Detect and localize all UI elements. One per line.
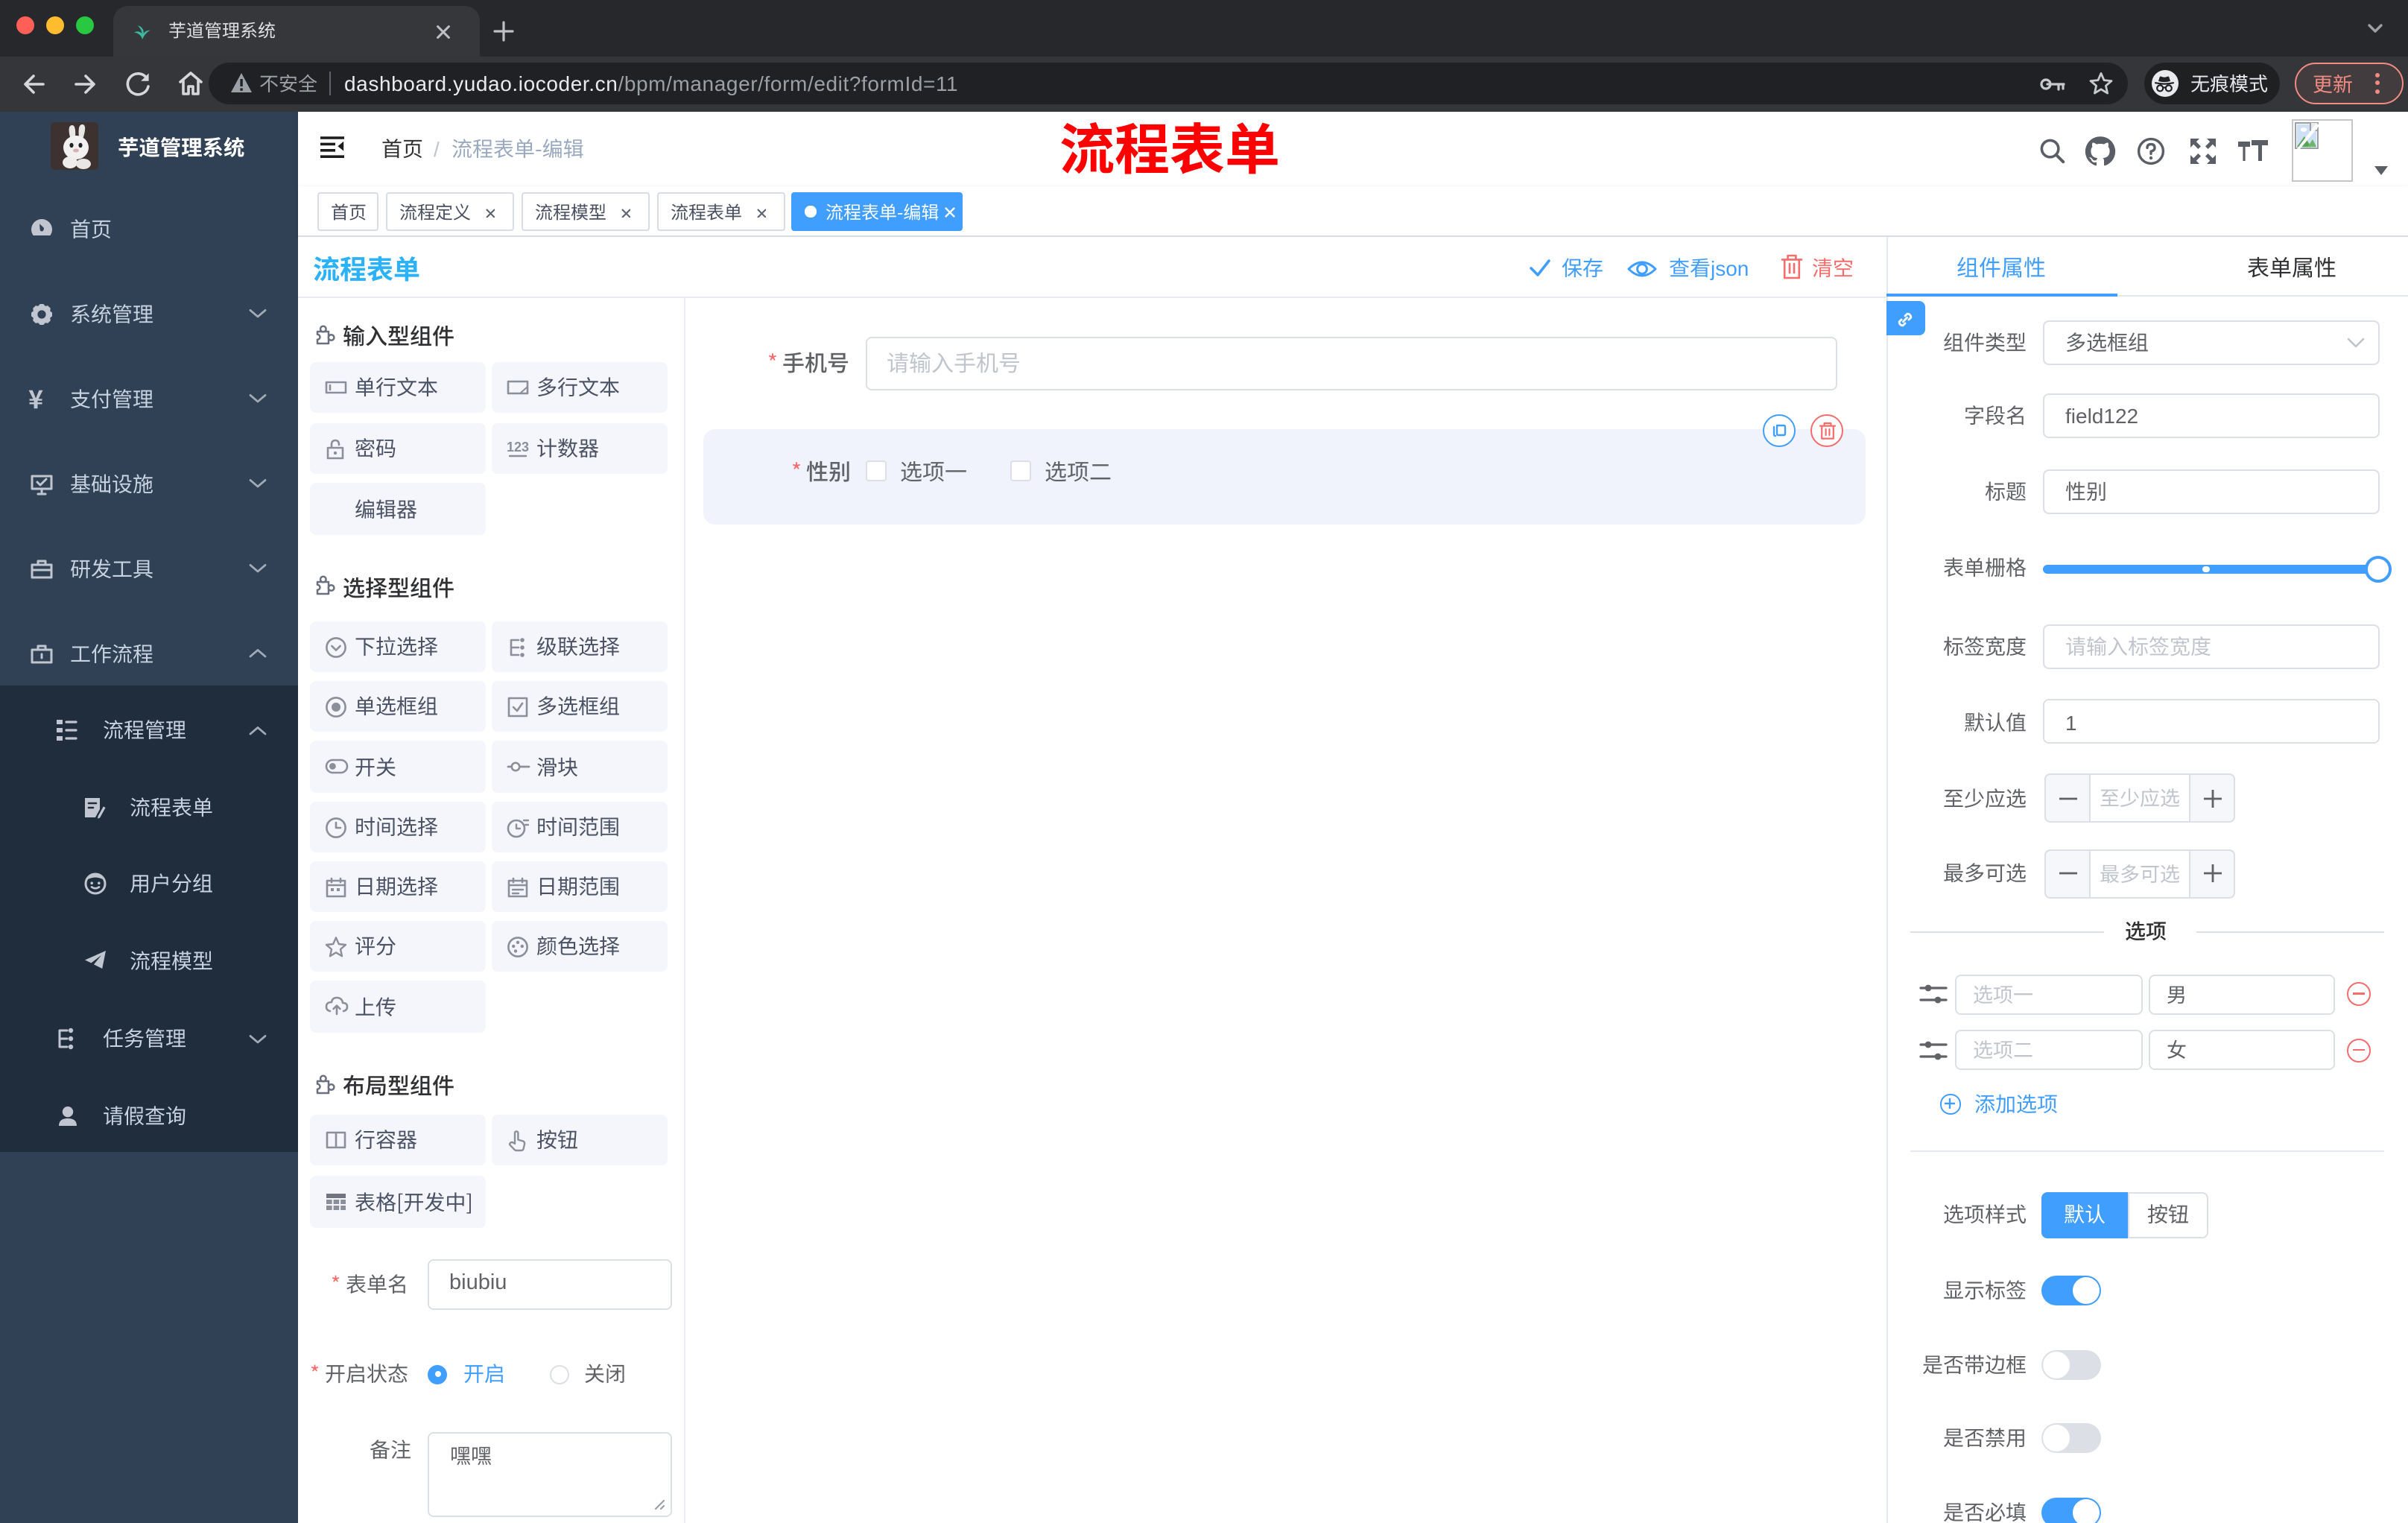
svg-text:123: 123	[506, 439, 528, 454]
